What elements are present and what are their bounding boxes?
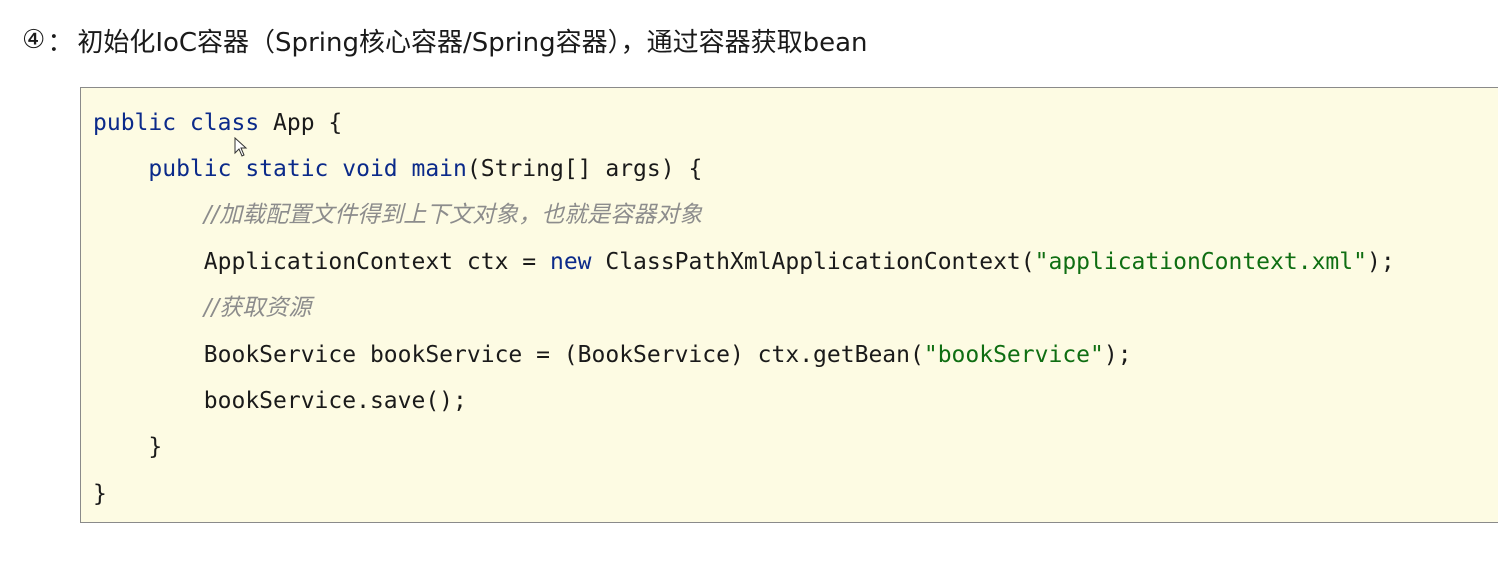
code-token-plain: bookService.save();	[203, 388, 467, 414]
mouse-pointer-icon	[234, 137, 248, 157]
code-token-cmt: //获取资源	[203, 295, 312, 321]
code-token-plain: );	[1103, 342, 1132, 368]
code-token-plain: }	[93, 481, 107, 507]
code-token-plain: App {	[259, 110, 343, 136]
code-token-str: "bookService"	[923, 342, 1104, 368]
code-token-kw: public static void main	[148, 156, 467, 182]
code-line: //获取资源	[93, 290, 312, 326]
code-line: bookService.save();	[93, 383, 467, 419]
code-block: public class App { public static void ma…	[80, 87, 1498, 523]
code-line: }	[93, 429, 162, 465]
code-line: public static void main(String[] args) {	[93, 151, 702, 187]
code-token-plain: }	[148, 434, 163, 460]
code-token-plain: ApplicationContext ctx =	[203, 249, 550, 275]
section-heading: ④ ： 初始化IoC容器（Spring核心容器/Spring容器），通过容器获取…	[22, 20, 868, 60]
heading-text: 初始化IoC容器（Spring核心容器/Spring容器），通过容器获取bean	[77, 27, 868, 58]
code-token-plain: BookService bookService = (BookService) …	[203, 342, 924, 368]
code-line: BookService bookService = (BookService) …	[93, 337, 1132, 373]
code-token-kw: public class	[93, 110, 260, 136]
step-number: ④	[22, 25, 46, 55]
step-separator: ：	[47, 27, 74, 58]
code-token-kw: new	[549, 249, 592, 275]
code-line: //加载配置文件得到上下文对象，也就是容器对象	[93, 197, 703, 233]
code-token-str: "applicationContext.xml"	[1034, 249, 1367, 275]
code-token-plain: );	[1366, 249, 1395, 275]
code-token-plain: ClassPathXmlApplicationContext(	[591, 249, 1035, 275]
code-line: }	[93, 476, 107, 512]
code-line: ApplicationContext ctx = new ClassPathXm…	[93, 244, 1395, 280]
code-token-plain: (String[] args) {	[466, 156, 703, 182]
code-token-cmt: //加载配置文件得到上下文对象，也就是容器对象	[203, 202, 703, 228]
code-line: public class App {	[93, 105, 342, 141]
